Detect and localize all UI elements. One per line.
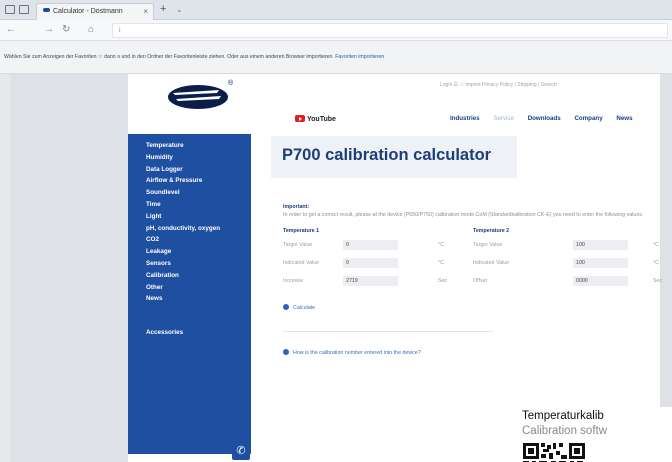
temp2-target-value: 100 — [576, 242, 585, 248]
window-icon[interactable] — [5, 5, 15, 14]
favicon-icon — [43, 8, 50, 12]
address-bar[interactable]: i — [112, 23, 668, 38]
overlay-subtitle: Calibration softw — [522, 425, 608, 437]
temp1-target-unit: °C — [438, 242, 444, 248]
web-page: ® Login ☰ ☆ Imprint Privacy Policy | Shi… — [0, 74, 672, 462]
sidemenu-item-time[interactable]: Time — [146, 201, 251, 213]
calculate-icon — [283, 304, 289, 310]
sidemenu-item-light[interactable]: Light — [146, 213, 251, 225]
page-title: P700 calibration calculator — [282, 146, 492, 164]
new-tab-button[interactable]: + — [160, 3, 166, 15]
sidemenu-item-accessories[interactable]: Accessories — [146, 329, 251, 341]
top-meta-links[interactable]: Login ☰ ☆ Imprint Privacy Policy | Shipp… — [440, 82, 557, 88]
sidemenu-item-sensors[interactable]: Sensors — [146, 260, 251, 272]
temp2-indicated-value: 100 — [576, 260, 585, 266]
temp1-increase-unit: Sec — [438, 278, 448, 284]
page-margin-left — [10, 74, 128, 462]
reload-icon[interactable]: ↻ — [62, 24, 70, 35]
sidemenu-item-calibration[interactable]: Calibration — [146, 272, 251, 284]
forward-icon[interactable]: → — [44, 24, 54, 35]
sidemenu-item-ph-conductivity[interactable]: pH, conductivity, oxygen — [146, 225, 251, 237]
nav-service[interactable]: Service — [493, 115, 514, 122]
nav-news[interactable]: News — [616, 115, 632, 122]
nav-industries[interactable]: Industries — [450, 115, 480, 122]
sidemenu-item-temperature[interactable]: Temperature — [146, 142, 251, 154]
faq-text: How is the calibration number entered in… — [293, 350, 421, 356]
nav-downloads[interactable]: Downloads — [528, 115, 561, 122]
temp1-indicated-label: Indicated Value — [283, 260, 320, 266]
sidemenu-item-humidity[interactable]: Humidity — [146, 154, 251, 166]
temp2-target-input[interactable]: 100 — [573, 240, 628, 250]
overlay-title: Temperaturkalib — [522, 410, 604, 422]
faq-icon — [283, 349, 289, 355]
sidemenu-item-airflow-pressure[interactable]: Airflow & Pressure — [146, 177, 251, 189]
calculate-button[interactable]: Calculate — [283, 304, 315, 311]
youtube-label: YouTube — [307, 116, 336, 123]
sidemenu-item-co2[interactable]: CO2 — [146, 236, 251, 248]
sidemenu-item-soundlevel[interactable]: Soundlevel — [146, 189, 251, 201]
temp2-offset-output: 0000 — [573, 276, 628, 286]
home-icon[interactable]: ⌂ — [88, 24, 94, 35]
browser-tab[interactable]: Calculator - Dostmann × — [36, 3, 154, 20]
faq-link[interactable]: How is the calibration number entered in… — [283, 349, 421, 356]
favorites-hint-text: Wählen Sie zum Anzeigen der Favoriten ☆ … — [4, 54, 334, 60]
caption-overlay: Temperaturkalib Calibration softw — [517, 407, 672, 462]
column-heading-temp1: Temperature 1 — [283, 228, 320, 234]
temp1-target-value: 0 — [346, 242, 349, 248]
favorites-bar: Wählen Sie zum Anzeigen der Favoriten ☆ … — [0, 41, 672, 74]
favorites-hint: Wählen Sie zum Anzeigen der Favoriten ☆ … — [4, 54, 384, 60]
phone-icon[interactable]: ✆ — [232, 442, 250, 460]
important-text: In order to get a correct result, please… — [283, 212, 644, 218]
side-menu: Temperature Humidity Data Logger Airflow… — [128, 134, 251, 454]
temp2-target-unit: °C — [653, 242, 659, 248]
sidemenu-item-data-logger[interactable]: Data Logger — [146, 166, 251, 178]
temp2-offset-value: 0000 — [576, 278, 588, 284]
nav-company[interactable]: Company — [574, 115, 602, 122]
back-icon[interactable]: ← — [6, 24, 16, 35]
close-tab-icon[interactable]: × — [143, 7, 148, 16]
divider — [283, 331, 493, 332]
calculate-label: Calculate — [293, 305, 316, 311]
tab-actions-icon[interactable] — [19, 5, 29, 14]
sidemenu-item-other[interactable]: Other — [146, 284, 251, 296]
temp1-increase-output: 2719 — [343, 276, 398, 286]
temp2-offset-label: Offset — [473, 278, 488, 284]
window-edge — [0, 74, 10, 462]
registered-mark: ® — [228, 80, 234, 87]
qr-code-icon — [523, 443, 585, 462]
column-heading-temp2: Temperature 2 — [473, 228, 510, 234]
tab-title: Calculator - Dostmann — [53, 8, 123, 15]
temp2-indicated-label: Indicated Value — [473, 260, 510, 266]
tab-menu-icon[interactable]: ⌄ — [176, 5, 183, 14]
youtube-link[interactable]: YouTube — [295, 115, 336, 123]
title-box: P700 calibration calculator — [271, 136, 517, 178]
temp1-increase-label: Increase — [283, 278, 304, 284]
temp1-indicated-unit: °C — [438, 260, 444, 266]
address-text: i — [119, 27, 121, 34]
temp1-indicated-input[interactable]: 0 — [343, 258, 398, 268]
sidemenu-item-news[interactable]: News — [146, 295, 251, 307]
brand-logo[interactable] — [167, 84, 229, 110]
temp2-indicated-input[interactable]: 100 — [573, 258, 628, 268]
sidemenu-spacer — [146, 307, 251, 329]
navigation-bar: ← → ↻ ⌂ i — [0, 20, 672, 41]
temp1-increase-value: 2719 — [346, 278, 358, 284]
temp1-target-label: Target Value — [283, 242, 313, 248]
temp1-indicated-value: 0 — [346, 260, 349, 266]
temp2-indicated-unit: °C — [653, 260, 659, 266]
temp2-target-label: Target Value — [473, 242, 503, 248]
page-margin-right — [660, 74, 672, 462]
temp1-target-input[interactable]: 0 — [343, 240, 398, 250]
main-navigation: Industries Service Downloads Company New… — [450, 115, 645, 122]
import-favorites-link[interactable]: Favoriten importieren — [335, 54, 384, 60]
youtube-icon — [295, 115, 305, 122]
sidemenu-item-leakage[interactable]: Leakage — [146, 248, 251, 260]
tab-bar: Calculator - Dostmann × + ⌄ — [0, 0, 672, 20]
important-label: Important: — [283, 204, 310, 210]
temp2-offset-unit: Sec — [653, 278, 663, 284]
